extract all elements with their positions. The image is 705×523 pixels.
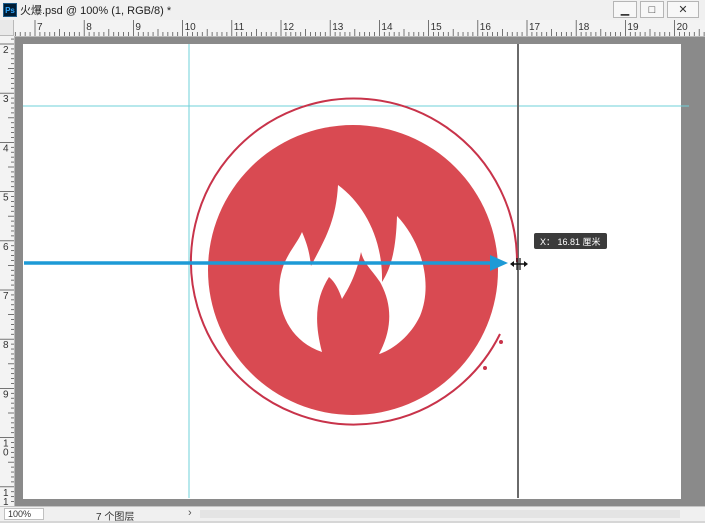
document-canvas[interactable]	[23, 44, 681, 499]
ruler-label: 12	[283, 22, 295, 33]
ruler-label: 20	[677, 22, 689, 33]
minimize-icon: ▁	[620, 4, 630, 16]
photoshop-app-icon: Ps	[3, 3, 17, 17]
ruler-label: 19	[627, 22, 639, 33]
title-bar: Ps 火爆.psd @ 100% (1, RGB/8) * ▁ □ ✕	[0, 0, 705, 21]
status-menu-arrow-icon[interactable]: ›	[188, 507, 192, 519]
minimize-button[interactable]: ▁	[613, 1, 637, 18]
ruler-label: 15	[431, 22, 443, 33]
ruler-label: 6	[3, 242, 9, 253]
ruler-label: 18	[578, 22, 590, 33]
ruler-label: 7	[3, 291, 9, 302]
ruler-label: 17	[529, 22, 541, 33]
ruler-label: 9	[3, 389, 9, 400]
ruler-label: 11	[234, 22, 245, 33]
maximize-button[interactable]: □	[640, 1, 664, 18]
close-button[interactable]: ✕	[667, 1, 699, 18]
ruler-label: 14	[381, 22, 393, 33]
vertical-ruler-graphic: 234567891011	[0, 38, 14, 506]
ruler-label: 10	[185, 22, 197, 33]
position-readout-tooltip: X： 16.81 厘米	[534, 233, 607, 249]
maximize-icon: □	[648, 3, 656, 16]
ruler-label: 7	[37, 22, 43, 33]
zoom-level-value: 100%	[8, 509, 32, 519]
ruler-label: 5	[3, 193, 9, 204]
zoom-level-field[interactable]: 100%	[4, 508, 44, 520]
status-bar: 100% 7 个图层 ›	[0, 506, 705, 523]
horizontal-ruler-graphic: 7 8 9 10 11 12 13 14 15 16 17 18 19 20	[14, 20, 705, 36]
position-readout-text: X： 16.81 厘米	[540, 236, 601, 247]
ruler-label: 4	[3, 143, 9, 154]
document-workspace[interactable]	[15, 37, 705, 506]
ruler-label: 3	[3, 94, 9, 105]
vertical-ruler[interactable]: 234567891011	[0, 36, 15, 506]
ruler-label: 1	[3, 497, 9, 506]
ruler-label: 8	[86, 22, 92, 33]
close-icon: ✕	[678, 4, 688, 16]
ruler-origin-corner[interactable]	[0, 20, 14, 36]
ruler-label: 9	[135, 22, 141, 33]
ruler-label: 0	[3, 448, 9, 459]
horizontal-scrollbar[interactable]	[200, 510, 680, 518]
document-title: 火爆.psd @ 100% (1, RGB/8) *	[20, 5, 172, 17]
ruler-label: 16	[480, 22, 492, 33]
window-controls: ▁ □ ✕	[610, 1, 699, 18]
ruler-label: 2	[3, 45, 9, 56]
horizontal-ruler[interactable]: 7 8 9 10 11 12 13 14 15 16 17 18 19 20	[14, 20, 705, 37]
ruler-label: 8	[3, 340, 9, 351]
ruler-label: 13	[332, 22, 344, 33]
